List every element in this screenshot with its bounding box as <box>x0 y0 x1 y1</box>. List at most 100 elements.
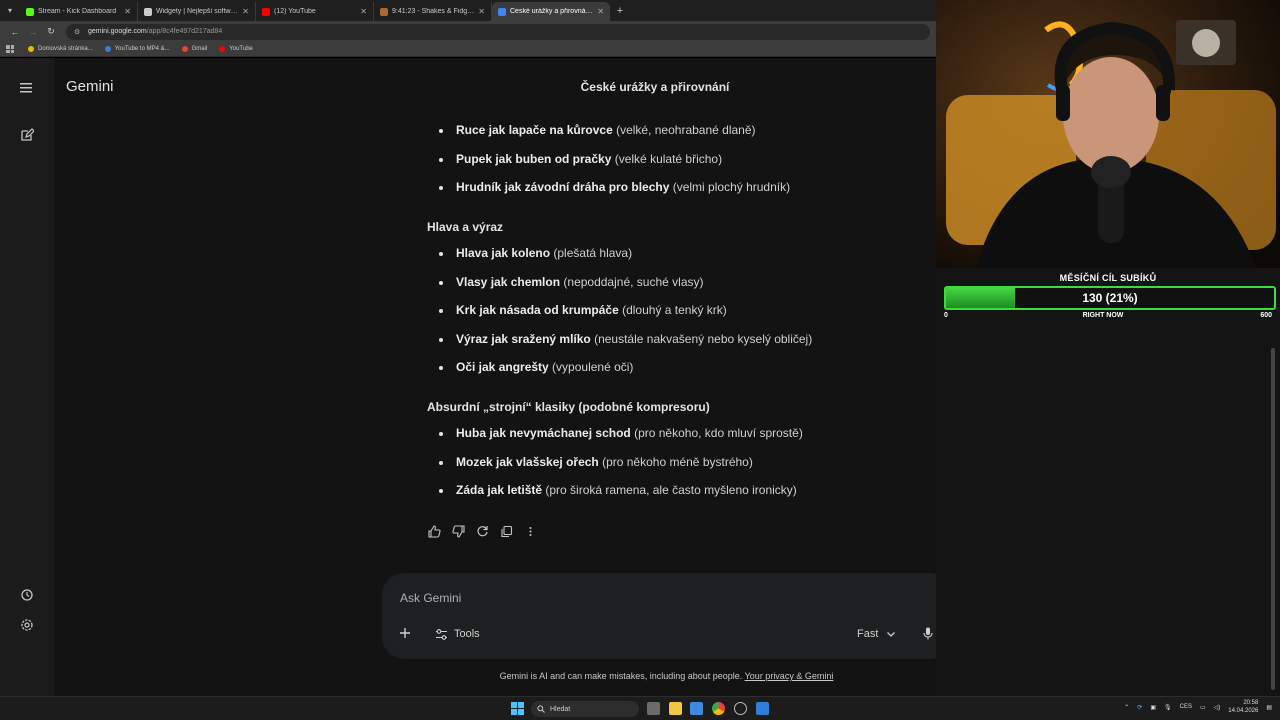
url-field[interactable]: ⚙ gemini.google.com/app/8c4fe497d217ad84 <box>66 23 930 40</box>
bookmark-favicon-icon <box>181 46 188 52</box>
browser-tab[interactable]: (12) YouTube ✕ <box>256 2 374 21</box>
settings-gear-icon[interactable] <box>17 615 37 635</box>
site-info-icon[interactable]: ⚙ <box>74 28 84 36</box>
item-term: Vlasy jak chemlon <box>456 274 561 289</box>
bookmark-item[interactable]: Domovská stránka... <box>28 46 93 52</box>
file-explorer-icon[interactable] <box>669 702 682 715</box>
browser-tab[interactable]: Stream - Kick Dashboard ✕ <box>20 2 138 21</box>
model-label: Fast <box>857 628 879 640</box>
sync-icon[interactable]: ⟳ <box>1137 704 1142 711</box>
tab-close-icon[interactable]: ✕ <box>597 7 604 16</box>
list-item: Mozek jak vlašskej ořech (pro někoho mén… <box>427 455 753 469</box>
bookmark-label: Gmail <box>191 46 208 52</box>
tab-close-icon[interactable]: ✕ <box>124 7 131 16</box>
response-actions <box>427 524 537 538</box>
taskbar-search[interactable]: Hledat <box>531 701 639 717</box>
volume-icon[interactable]: ◁) <box>1214 704 1221 711</box>
tab-search-chevron-icon[interactable]: ▾ <box>0 0 20 21</box>
list-item: Záda jak letiště (pro široká ramena, ale… <box>427 483 797 497</box>
notifications-icon[interactable]: ▤ <box>1266 704 1272 711</box>
new-chat-icon[interactable] <box>17 125 37 145</box>
tray-app-icon[interactable]: ▣ <box>1150 704 1156 711</box>
chrome-icon[interactable] <box>712 702 725 715</box>
copy-icon[interactable] <box>499 524 513 538</box>
tab-favicon-icon <box>262 7 270 16</box>
item-term: Ruce jak lapače na kůrovce <box>456 123 613 137</box>
tab-title: 9:41:23 - Shakes & Fidget (29.? <box>392 8 474 15</box>
back-arrow-icon[interactable]: ← <box>6 27 24 37</box>
network-icon[interactable]: ▭ <box>1200 704 1206 711</box>
bookmark-item[interactable]: YouTube to MP4 &... <box>104 46 170 52</box>
webcam-image <box>936 0 1280 268</box>
store-icon[interactable] <box>690 702 703 715</box>
menu-icon[interactable] <box>17 78 37 98</box>
bookmark-item[interactable]: YouTube <box>219 46 253 52</box>
chevron-up-icon[interactable]: ⌃ <box>1124 704 1129 711</box>
tab-close-icon[interactable]: ✕ <box>242 7 249 16</box>
browser-tab[interactable]: 9:41:23 - Shakes & Fidget (29.? ✕ <box>374 2 492 21</box>
item-explanation: (velké kulaté břicho) <box>611 151 723 166</box>
tab-close-icon[interactable]: ✕ <box>360 7 367 16</box>
more-vertical-icon[interactable] <box>523 524 537 538</box>
clock-date: 14.04.2026 <box>1228 708 1259 714</box>
chat-title: České urážky a přirovnání <box>580 80 730 94</box>
new-tab-button[interactable]: + <box>610 2 630 21</box>
list-item: Výraz jak sražený mlíko (neustále nakvaš… <box>427 332 812 346</box>
list-item: Hrudník jak závodní dráha pro blechy (ve… <box>427 180 790 194</box>
model-selector[interactable]: Fast <box>857 628 896 640</box>
tools-sliders-icon <box>436 628 447 640</box>
gemini-app: Gemini České urážky a přirovnání Ruce ja… <box>0 58 951 696</box>
browser-tab[interactable]: Widgety | Nejlepší software pro✕ <box>138 2 256 21</box>
item-explanation: (pro široká ramena, ale často myšleno ir… <box>542 483 797 497</box>
tools-button[interactable]: Tools <box>435 628 480 640</box>
url-path: /app/8c4fe497d217ad84 <box>146 28 223 35</box>
mic-tray-icon[interactable]: 🎙︎ <box>1164 704 1172 711</box>
item-explanation: (pro někoho méně bystrého) <box>598 454 753 469</box>
page-scrollbar[interactable] <box>1271 348 1275 690</box>
add-attachment-button[interactable] <box>399 627 411 639</box>
item-explanation: (nepoddajné, suché vlasy) <box>560 274 704 289</box>
item-explanation: (vypoulené oči) <box>548 360 634 374</box>
browser-tab[interactable]: České urážky a přirovnání - Go ✕ <box>492 2 610 21</box>
thumbs-down-icon[interactable] <box>451 524 465 538</box>
goal-now-label: RIGHT NOW <box>1082 312 1124 319</box>
item-explanation: (dlouhý a tenký krk) <box>618 303 727 317</box>
list-item: Hlava jak koleno (plešatá hlava) <box>427 246 632 260</box>
disclaimer-text: Gemini is AI and can make mistakes, incl… <box>499 671 745 681</box>
sub-goal-progress-bar: 130 (21%) <box>944 286 1276 310</box>
activity-history-icon[interactable] <box>17 585 37 605</box>
ask-gemini-input[interactable] <box>400 591 830 605</box>
thumbs-up-icon[interactable] <box>427 524 441 538</box>
forward-arrow-icon[interactable]: → <box>24 27 42 37</box>
item-term: Krk jak násada od krumpáče <box>456 303 619 317</box>
gemini-logo-text[interactable]: Gemini <box>66 78 114 95</box>
item-term: Výraz jak sražený mlíko <box>456 331 591 346</box>
item-term: Hrudník jak závodní dráha pro blechy <box>456 180 670 194</box>
start-windows-icon[interactable] <box>511 702 524 715</box>
bookmark-favicon-icon <box>28 46 34 52</box>
tools-label: Tools <box>454 628 480 640</box>
privacy-link[interactable]: Your privacy & Gemini <box>745 671 834 681</box>
overlay-panel <box>936 268 1280 696</box>
clock[interactable]: 20:58 14.04.2026 <box>1228 699 1258 715</box>
app-icon-blue[interactable] <box>756 702 769 715</box>
bookmarks-bar: Domovská stránka... YouTube to MP4 &... Gm… <box>0 42 936 57</box>
microphone-button[interactable] <box>923 627 933 640</box>
goal-title: MĚSÍČNÍ CÍL SUBÍKŮ <box>1059 273 1157 283</box>
app-icon[interactable] <box>734 702 747 715</box>
tab-close-icon[interactable]: ✕ <box>478 7 485 16</box>
tabs: Stream - Kick Dashboard ✕ Widgety | Nejlep… <box>20 2 610 21</box>
reload-icon[interactable]: ↻ <box>42 26 60 37</box>
bookmark-item[interactable]: Gmail <box>181 46 208 52</box>
apps-grid-icon[interactable] <box>6 45 14 53</box>
item-term: Mozek jak vlašskej ořech <box>456 454 599 469</box>
sidebar <box>0 58 54 696</box>
tab-title: (12) YouTube <box>274 8 316 15</box>
item-term: Huba jak nevymáchanej schod <box>456 426 631 440</box>
regenerate-icon[interactable] <box>475 524 489 538</box>
tab-title: Stream - Kick Dashboard <box>38 8 117 15</box>
task-view-icon[interactable] <box>647 702 660 715</box>
tab-favicon-icon <box>498 7 506 16</box>
item-explanation: (plešatá hlava) <box>550 246 633 260</box>
language-indicator[interactable]: CES <box>1180 704 1192 710</box>
